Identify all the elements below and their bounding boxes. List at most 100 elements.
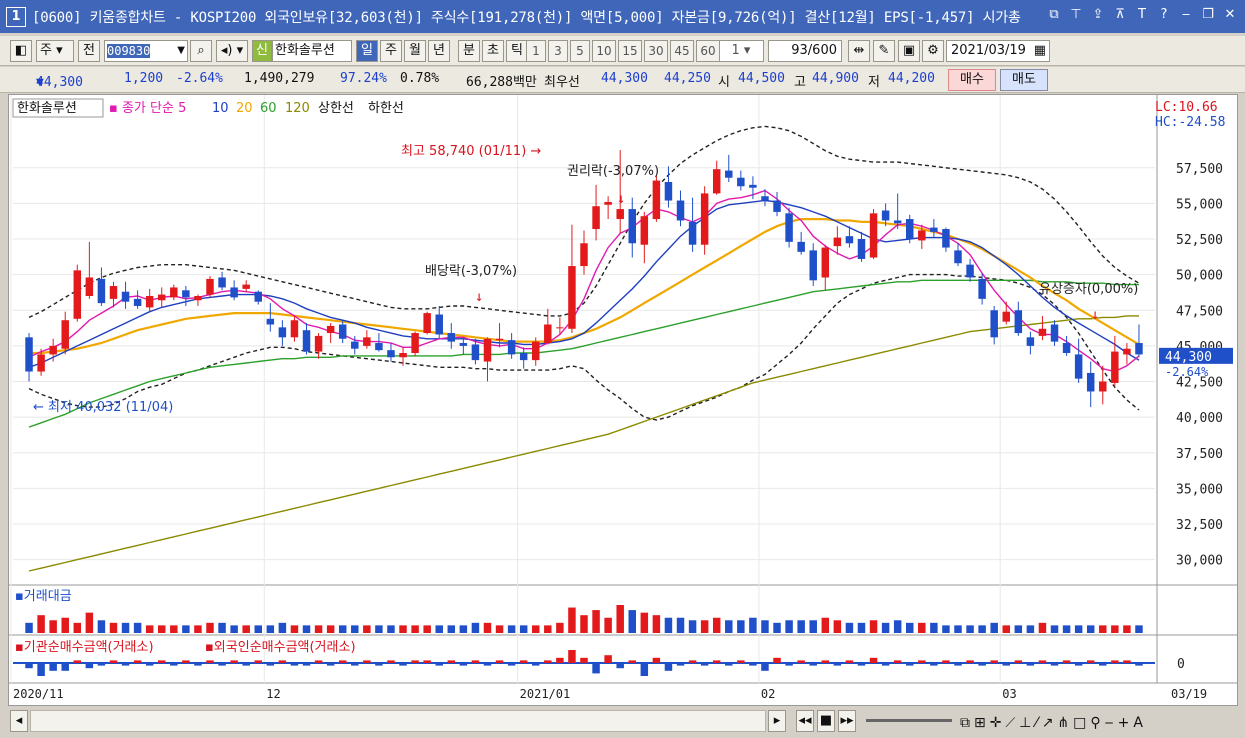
rights-arrow-icon: ↓ [617, 191, 625, 207]
candle-body [845, 236, 854, 244]
flow-bar [652, 657, 661, 663]
candle-body [423, 313, 431, 334]
legend-stock-name[interactable]: 한화솔루션 [17, 101, 77, 116]
candle-body [652, 180, 661, 220]
candle-body [833, 237, 842, 247]
text-icon[interactable]: T [1133, 6, 1151, 24]
candle-body [532, 341, 540, 361]
pin-icon[interactable]: ⊤ [1067, 6, 1085, 24]
minute-tab-5[interactable]: 5 [570, 40, 590, 62]
candle-body [399, 353, 407, 358]
minute-tab-15[interactable]: 15 [618, 40, 642, 62]
save-icon[interactable]: ▣ [898, 40, 920, 62]
date-input[interactable]: 2021/03/19 ▦ [946, 40, 1050, 62]
period-tab-2[interactable]: 월 [404, 40, 426, 62]
calendar-icon[interactable]: ▦ [1034, 41, 1046, 61]
price-chart[interactable]: ▪거래대금 ▪기관순매수금액(거래소) ▪외국인순매수금액(거래소) 0 30,00… [9, 95, 1237, 705]
minute-tab-30[interactable]: 30 [644, 40, 668, 62]
minute-tab-3[interactable]: 3 [548, 40, 568, 62]
candle-body [725, 170, 733, 178]
flow-bar [906, 663, 914, 666]
minimize-icon[interactable]: ‒ [1177, 6, 1195, 24]
stop-icon[interactable]: ■ [817, 710, 835, 732]
candle-body [568, 266, 576, 329]
flow-bar [351, 663, 359, 666]
chart-area[interactable]: ▪거래대금 ▪기관순매수금액(거래소) ▪외국인순매수금액(거래소) 0 30,00… [8, 94, 1238, 706]
topmost-icon[interactable]: ⊼ [1111, 6, 1129, 24]
x-tick-label: 02 [761, 687, 775, 701]
candle-body [712, 169, 721, 194]
flow-bar [1123, 660, 1131, 663]
close-icon[interactable]: ✕ [1221, 6, 1239, 24]
capital-increase-annotation: 유상증자(0,00%) [1039, 282, 1138, 297]
candle-body [314, 335, 323, 352]
gear-icon[interactable]: ⚙ [922, 40, 944, 62]
zoom-icon[interactable]: ⇹ [848, 40, 870, 62]
candle-body [1111, 351, 1119, 383]
volume-bar [121, 622, 130, 633]
period-tab-0[interactable]: 일 [356, 40, 378, 62]
flow-bar [556, 657, 564, 663]
dividend-arrow-icon: ↓ [475, 289, 483, 305]
candle-body [797, 241, 805, 252]
drawing-tools[interactable]: ⧉⊞✛⟋⊥⁄↗⋔□⚲‒+A [960, 715, 1240, 731]
restore-icon[interactable]: ❐ [1199, 6, 1217, 24]
scrollbar-track[interactable] [30, 710, 766, 732]
copy-icon: ⧉ [960, 715, 974, 731]
volume-bar [25, 622, 33, 633]
ruler-icon: ⊥ [1019, 715, 1036, 731]
flow-bar [712, 660, 721, 663]
stock-code-input[interactable]: 009830 ▼ [104, 40, 188, 62]
buy-button[interactable]: 매수 [948, 69, 996, 91]
turnover-rate: 0.78% [400, 71, 440, 86]
volume-bar [133, 622, 142, 633]
scroll-left-icon[interactable]: ◂ [10, 710, 28, 732]
period-tab-5[interactable]: 초 [482, 40, 504, 62]
rewind-icon[interactable]: ◂◂ [796, 710, 814, 732]
forward-icon[interactable]: ▸▸ [838, 710, 856, 732]
flow-bar [326, 663, 335, 666]
chart-type-select[interactable]: 주 ▾ [36, 40, 74, 62]
minute-tab-10[interactable]: 10 [592, 40, 616, 62]
minute-tab-60[interactable]: 60 [696, 40, 720, 62]
candle-body [869, 213, 878, 258]
sell-button[interactable]: 매도 [1000, 69, 1048, 91]
tool-icon[interactable]: ✎ [873, 40, 895, 62]
period-tab-6[interactable]: 틱 [506, 40, 528, 62]
help-icon[interactable]: ? [1155, 6, 1173, 24]
minute-tab-45[interactable]: 45 [670, 40, 694, 62]
volume-bar [688, 620, 697, 633]
upload-icon[interactable]: ⇪ [1089, 6, 1107, 24]
search-icon[interactable]: ⌕ [190, 40, 212, 62]
flow-bar [869, 657, 878, 663]
zoom-slider[interactable] [866, 719, 952, 722]
volume-bar [761, 620, 769, 633]
period-tab-1[interactable]: 주 [380, 40, 402, 62]
volume-bar [640, 612, 649, 633]
period-tab-3[interactable]: 년 [428, 40, 450, 62]
link-icon[interactable]: ⧉ [1045, 6, 1063, 24]
layout-icon[interactable]: ◧ [10, 40, 32, 62]
unit-select[interactable]: 1 ▾ [718, 40, 764, 62]
candle-body [1026, 337, 1035, 346]
prev-button[interactable]: 전 [78, 40, 100, 62]
legend-ma-label: ▪ 종가 단순 5 [109, 101, 186, 116]
candle-body [495, 338, 504, 341]
volume-bar [447, 625, 456, 633]
data-count-input[interactable]: 93/600 [768, 40, 842, 62]
period-tab-4[interactable]: 분 [458, 40, 480, 62]
flow-bar [954, 663, 962, 666]
y-tick-label: 35,000 [1176, 482, 1223, 497]
scroll-right-icon[interactable]: ▸ [768, 710, 786, 732]
trade-amount: 66,288백만 [466, 75, 537, 90]
y-tick-label: 50,000 [1176, 269, 1223, 284]
volume-bar [990, 622, 998, 633]
candle-body [326, 325, 335, 334]
volume-bar [1038, 622, 1047, 633]
flow-bar [821, 660, 830, 663]
minute-tab-1[interactable]: 1 [526, 40, 546, 62]
speaker-icon[interactable]: ◂) ▾ [216, 40, 248, 62]
candle-body [302, 330, 311, 352]
window-controls: ⧉ ⊤ ⇪ ⊼ T ? ‒ ❐ ✕ [1045, 6, 1239, 24]
arrow-icon: ↗ [1041, 715, 1058, 731]
